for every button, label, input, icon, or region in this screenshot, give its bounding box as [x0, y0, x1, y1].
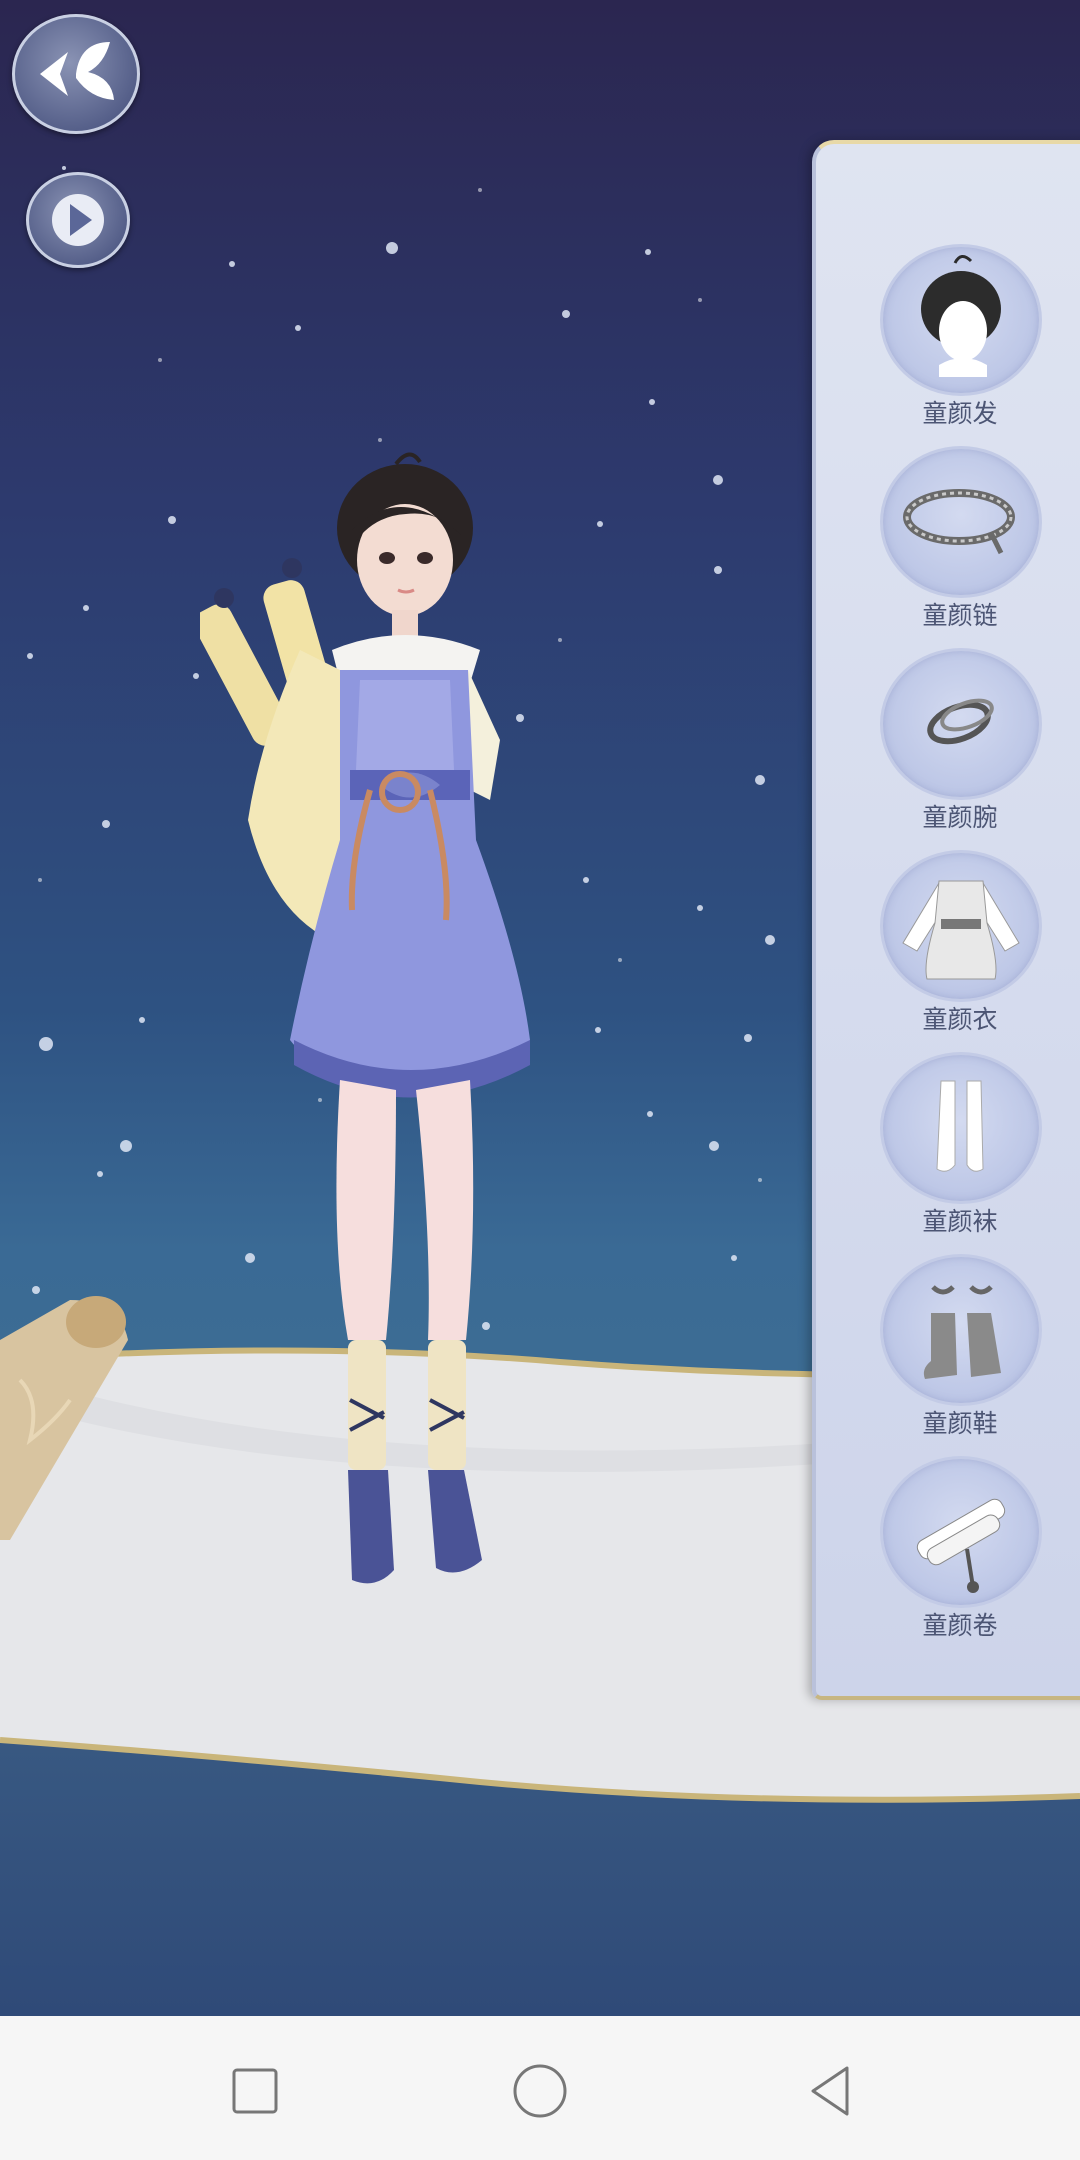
necklace-icon	[903, 489, 1015, 555]
outfit-item-dress[interactable]: 童颜衣	[880, 850, 1042, 1050]
scroll-icon	[916, 1498, 1006, 1593]
outfit-item-hair[interactable]: 童颜发	[880, 244, 1042, 444]
socks-item-slot	[880, 1052, 1042, 1204]
outfit-item-bracelet[interactable]: 童颜腕	[880, 648, 1042, 848]
outfit-item-boots[interactable]: 童颜鞋	[880, 1254, 1042, 1454]
dress-icon	[902, 880, 1020, 980]
play-button[interactable]	[26, 172, 130, 268]
outfit-item-socks[interactable]: 童颜袜	[880, 1052, 1042, 1252]
bracelet-item-slot	[880, 648, 1042, 800]
necklace-item-slot	[880, 446, 1042, 598]
character-model[interactable]	[200, 440, 560, 1610]
item-label: 童颜衣	[922, 1005, 998, 1034]
item-label: 童颜发	[922, 399, 998, 428]
butterfly-back-icon	[40, 42, 114, 100]
item-label: 童颜链	[922, 601, 998, 630]
item-label: 童颜袜	[922, 1207, 998, 1236]
bracelet-icon	[927, 698, 994, 745]
game-scene: 童颜发 童颜链 童颜腕 童颜衣 童颜袜 童颜鞋 童颜卷	[0, 0, 1080, 2016]
back-button[interactable]	[12, 14, 140, 134]
square-icon[interactable]	[220, 2056, 290, 2126]
outfit-item-scroll[interactable]: 童颜卷	[880, 1456, 1042, 1656]
play-triangle-icon	[52, 194, 104, 246]
item-label: 童颜鞋	[922, 1409, 998, 1438]
socks-icon	[936, 1080, 984, 1172]
scroll-item-slot	[880, 1456, 1042, 1608]
hair-icon	[921, 255, 1001, 377]
circle-icon[interactable]	[505, 2056, 575, 2126]
triangle-back-icon[interactable]	[795, 2056, 865, 2126]
hair-item-slot	[880, 244, 1042, 396]
dress-item-slot	[880, 850, 1042, 1002]
item-label: 童颜腕	[922, 803, 998, 832]
boots-item-slot	[880, 1254, 1042, 1406]
boots-icon	[923, 1285, 1001, 1379]
outfit-panel: 童颜发 童颜链 童颜腕 童颜衣 童颜袜 童颜鞋 童颜卷	[812, 140, 1080, 1700]
item-label: 童颜卷	[922, 1611, 998, 1640]
outfit-item-necklace[interactable]: 童颜链	[880, 446, 1042, 646]
system-navigation-bar	[0, 2016, 1080, 2160]
